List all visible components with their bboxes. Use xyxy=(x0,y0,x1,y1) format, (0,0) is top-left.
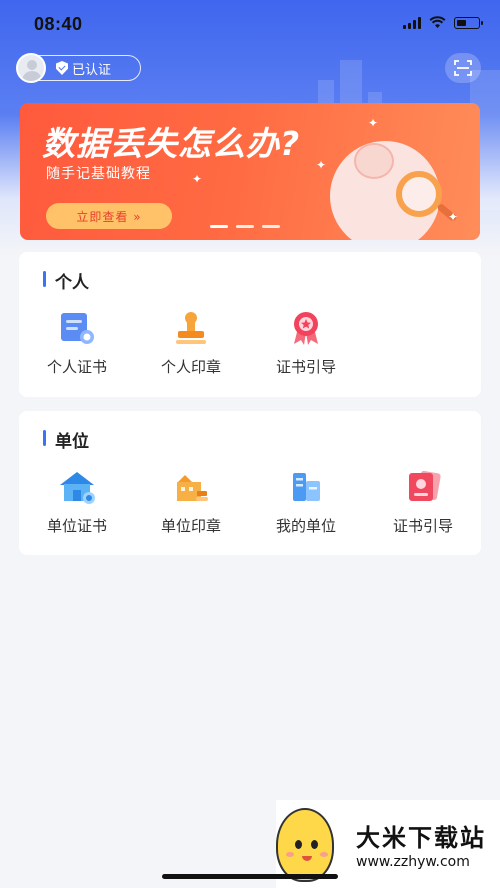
status-indicators xyxy=(403,16,483,29)
banner-subtitle: 随手记基础教程 xyxy=(46,166,151,182)
watermark-name: 大米下载站 xyxy=(356,824,486,852)
personal-seal-item[interactable]: 个人印章 xyxy=(141,310,241,377)
tile-label: 证书引导 xyxy=(275,358,336,376)
user-verification-pill[interactable]: 已认证 xyxy=(16,53,141,83)
battery-icon xyxy=(454,17,483,29)
carousel-dot xyxy=(236,225,254,228)
organization-section: 单位 单位证书 单位印章 我的单位 证书引导 xyxy=(19,411,481,555)
verified-label: 已认证 xyxy=(72,62,112,78)
avatar-icon[interactable] xyxy=(16,53,46,83)
status-bar: 08:40 xyxy=(0,0,500,46)
banner-view-now-button[interactable]: 立即查看 » xyxy=(46,203,172,229)
cellular-signal-icon xyxy=(403,17,421,29)
tile-label: 单位印章 xyxy=(160,517,221,535)
magnifier-icon xyxy=(396,171,442,217)
home-indicator[interactable] xyxy=(162,874,338,879)
personal-section: 个人 个人证书 个人印章 证书引导 xyxy=(19,252,481,397)
carousel-indicator xyxy=(210,225,280,228)
organization-seal-item[interactable]: 单位印章 xyxy=(141,469,241,536)
my-organization-icon xyxy=(286,469,326,505)
organization-certificate-guide-item[interactable]: 证书引导 xyxy=(373,469,473,536)
organization-certificate-item[interactable]: 单位证书 xyxy=(27,469,127,536)
award-ribbon-icon xyxy=(286,310,326,346)
wifi-icon xyxy=(429,16,446,28)
banner-title: 数据丢失怎么办? xyxy=(42,124,301,163)
tile-label: 单位证书 xyxy=(46,517,107,535)
mouse-ear-illustration xyxy=(354,143,394,179)
tile-label: 证书引导 xyxy=(392,517,453,535)
status-time: 08:40 xyxy=(34,14,83,34)
tile-label: 我的单位 xyxy=(275,517,336,535)
stamp-icon xyxy=(171,310,211,346)
verified-status: 已认证 xyxy=(56,59,111,78)
sparkle-icon: ✦ xyxy=(368,116,379,130)
scan-icon xyxy=(454,60,472,76)
personal-certificate-item[interactable]: 个人证书 xyxy=(27,310,127,377)
mascot-logo xyxy=(276,808,334,882)
certificate-icon xyxy=(57,310,97,346)
my-organization-item[interactable]: 我的单位 xyxy=(256,469,356,536)
tile-label: 个人印章 xyxy=(160,358,221,376)
sparkle-icon: ✦ xyxy=(448,210,459,224)
watermark-url: www.zzhyw.com xyxy=(356,854,470,870)
carousel-dot xyxy=(262,225,280,228)
building-certificate-icon xyxy=(57,469,97,505)
scan-button[interactable] xyxy=(445,53,481,83)
sparkle-icon: ✦ xyxy=(316,158,327,172)
personal-certificate-guide-item[interactable]: 证书引导 xyxy=(256,310,356,377)
tile-label: 个人证书 xyxy=(46,358,107,376)
building-stamp-icon xyxy=(171,469,211,505)
shield-check-icon xyxy=(56,61,68,75)
carousel-dot-active xyxy=(210,225,228,228)
sparkle-icon: ✦ xyxy=(192,172,203,186)
section-title-personal: 个人 xyxy=(43,268,89,293)
promo-banner[interactable]: ✦ ✦ ✦ ✦ 数据丢失怎么办? 随手记基础教程 立即查看 » xyxy=(20,103,480,240)
certificate-guide-icon xyxy=(403,469,443,505)
section-title-organization: 单位 xyxy=(43,427,89,452)
